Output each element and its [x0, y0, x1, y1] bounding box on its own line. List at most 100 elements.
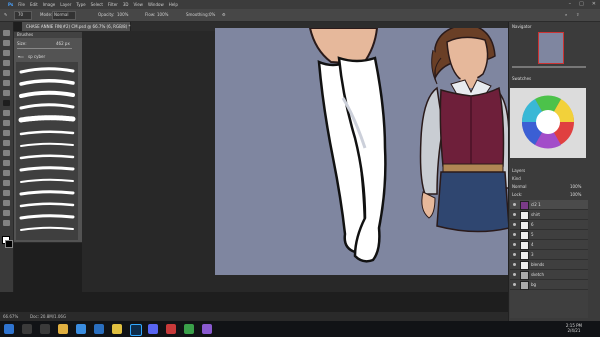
layers-title[interactable]: Layers [512, 168, 525, 173]
size-value[interactable]: 462 px [56, 41, 70, 46]
discord-icon[interactable] [148, 324, 158, 334]
select-tool-icon[interactable] [3, 60, 10, 66]
type-tool-icon[interactable] [3, 180, 10, 186]
layers-kind-filter[interactable]: Kind [512, 176, 521, 181]
navigator-title[interactable]: Navigator [512, 24, 532, 29]
eye-icon[interactable] [513, 283, 516, 286]
menu-window[interactable]: Window [148, 2, 164, 7]
color-wheel[interactable] [510, 88, 586, 158]
smoothing-value[interactable]: 0% [209, 12, 215, 17]
windows-start-icon[interactable] [4, 324, 14, 334]
zoom-level[interactable]: 66.67% [3, 314, 18, 319]
gradient-tool-icon[interactable] [3, 140, 10, 146]
brush-tool-icon[interactable]: ✎ [4, 12, 7, 17]
layer-row[interactable]: 3 [510, 250, 588, 260]
marquee-tool-icon[interactable] [3, 40, 10, 46]
navigator-zoom-slider[interactable] [512, 66, 586, 68]
gear-icon[interactable]: ⚙ [222, 12, 226, 17]
layers-fill[interactable]: 100% [570, 192, 581, 197]
file-explorer-icon[interactable] [58, 324, 68, 334]
layer-row[interactable]: 4 [510, 240, 588, 250]
layer-thumbnail [520, 201, 529, 210]
share-icon[interactable]: ⇪ [576, 12, 579, 17]
blur-tool-icon[interactable] [3, 150, 10, 156]
eye-icon[interactable] [513, 273, 516, 276]
hand-tool-icon[interactable] [3, 210, 10, 216]
close-button[interactable]: ✕ [592, 1, 596, 7]
document-title: CHASE ANNIE FIN(#2) CM.psd @ 66.7% (6, R… [26, 24, 131, 29]
brush-list[interactable] [16, 62, 78, 240]
app-icon[interactable] [202, 324, 212, 334]
brushes-header: Brushes [14, 32, 82, 38]
pen-tool-icon[interactable] [3, 170, 10, 176]
menu-layer[interactable]: Layer [60, 2, 71, 7]
lasso-tool-icon[interactable] [3, 50, 10, 56]
clock-date: 2/4/21 [567, 328, 581, 333]
eye-icon[interactable] [513, 223, 516, 226]
task-view-icon[interactable] [40, 324, 50, 334]
eye-icon[interactable] [513, 233, 516, 236]
canvas[interactable] [215, 28, 509, 275]
shape-tool-icon[interactable] [3, 200, 10, 206]
chrome-icon[interactable] [112, 324, 122, 334]
crop-tool-icon[interactable] [3, 70, 10, 76]
size-slider[interactable] [17, 48, 72, 49]
brush-tool-icon[interactable] [3, 100, 10, 106]
brush-folder-label[interactable]: sp cyber [28, 54, 45, 59]
search-icon[interactable] [22, 324, 32, 334]
background-color-swatch[interactable] [5, 240, 13, 248]
eye-icon[interactable] [513, 203, 516, 206]
opacity-value[interactable]: 100% [117, 12, 128, 17]
menu-filter[interactable]: Filter [108, 2, 118, 7]
layer-row[interactable]: bg [510, 280, 588, 290]
app-icon[interactable] [184, 324, 194, 334]
layer-row[interactable]: 5 [510, 230, 588, 240]
menu-image[interactable]: Image [43, 2, 56, 7]
eraser-tool-icon[interactable] [3, 130, 10, 136]
eye-icon[interactable] [513, 213, 516, 216]
maximize-button[interactable]: □ [579, 1, 584, 7]
swatches-title[interactable]: Swatches [512, 76, 531, 81]
eye-icon[interactable] [513, 263, 516, 266]
browser-icon[interactable] [76, 324, 86, 334]
navigator-thumbnail[interactable] [538, 32, 564, 64]
layers-blend-mode[interactable]: Normal [512, 184, 526, 189]
menu-items: Ps File Edit Image Layer Type Select Fil… [8, 0, 178, 9]
layer-row[interactable]: 6 [510, 220, 588, 230]
menu-select[interactable]: Select [91, 2, 103, 7]
layer-thumbnail [520, 231, 529, 240]
document-tab[interactable]: CHASE ANNIE FIN(#2) CM.psd @ 66.7% (6, R… [22, 22, 131, 31]
menu-help[interactable]: Help [169, 2, 178, 7]
menu-view[interactable]: View [133, 2, 143, 7]
stamp-tool-icon[interactable] [3, 110, 10, 116]
layer-row[interactable]: cl2 1 [510, 200, 588, 210]
layer-row[interactable]: blends [510, 260, 588, 270]
menu-3d[interactable]: 3D [123, 2, 129, 7]
menu-file[interactable]: File [18, 2, 25, 7]
photoshop-icon[interactable] [130, 324, 142, 336]
layers-opacity[interactable]: 100% [570, 184, 581, 189]
layer-row[interactable]: shirt [510, 210, 588, 220]
flow-value[interactable]: 100% [157, 12, 168, 17]
layer-row[interactable]: sketch [510, 270, 588, 280]
dodge-tool-icon[interactable] [3, 160, 10, 166]
eyedropper-tool-icon[interactable] [3, 80, 10, 86]
app-icon[interactable] [166, 324, 176, 334]
search-icon[interactable]: ⌕ [565, 12, 567, 17]
minimize-button[interactable]: – [569, 1, 572, 7]
system-clock[interactable]: 2:15 PM 2/4/21 [566, 323, 582, 333]
status-bar: 66.67% Doc: 20.8M/1.06G [0, 312, 508, 321]
eye-icon[interactable] [513, 253, 516, 256]
zoom-tool-icon[interactable] [3, 220, 10, 226]
eye-icon[interactable] [513, 243, 516, 246]
history-brush-icon[interactable] [3, 120, 10, 126]
mail-icon[interactable] [94, 324, 104, 334]
path-select-icon[interactable] [3, 190, 10, 196]
layers-list[interactable]: cl2 1 shirt 6 5 4 3 blends sketch bg [510, 200, 588, 318]
folder-icon [520, 271, 529, 280]
move-tool-icon[interactable] [3, 30, 10, 36]
app-logo[interactable]: Ps [8, 2, 13, 7]
menu-type[interactable]: Type [76, 2, 85, 7]
menu-edit[interactable]: Edit [30, 2, 38, 7]
healing-tool-icon[interactable] [3, 90, 10, 96]
